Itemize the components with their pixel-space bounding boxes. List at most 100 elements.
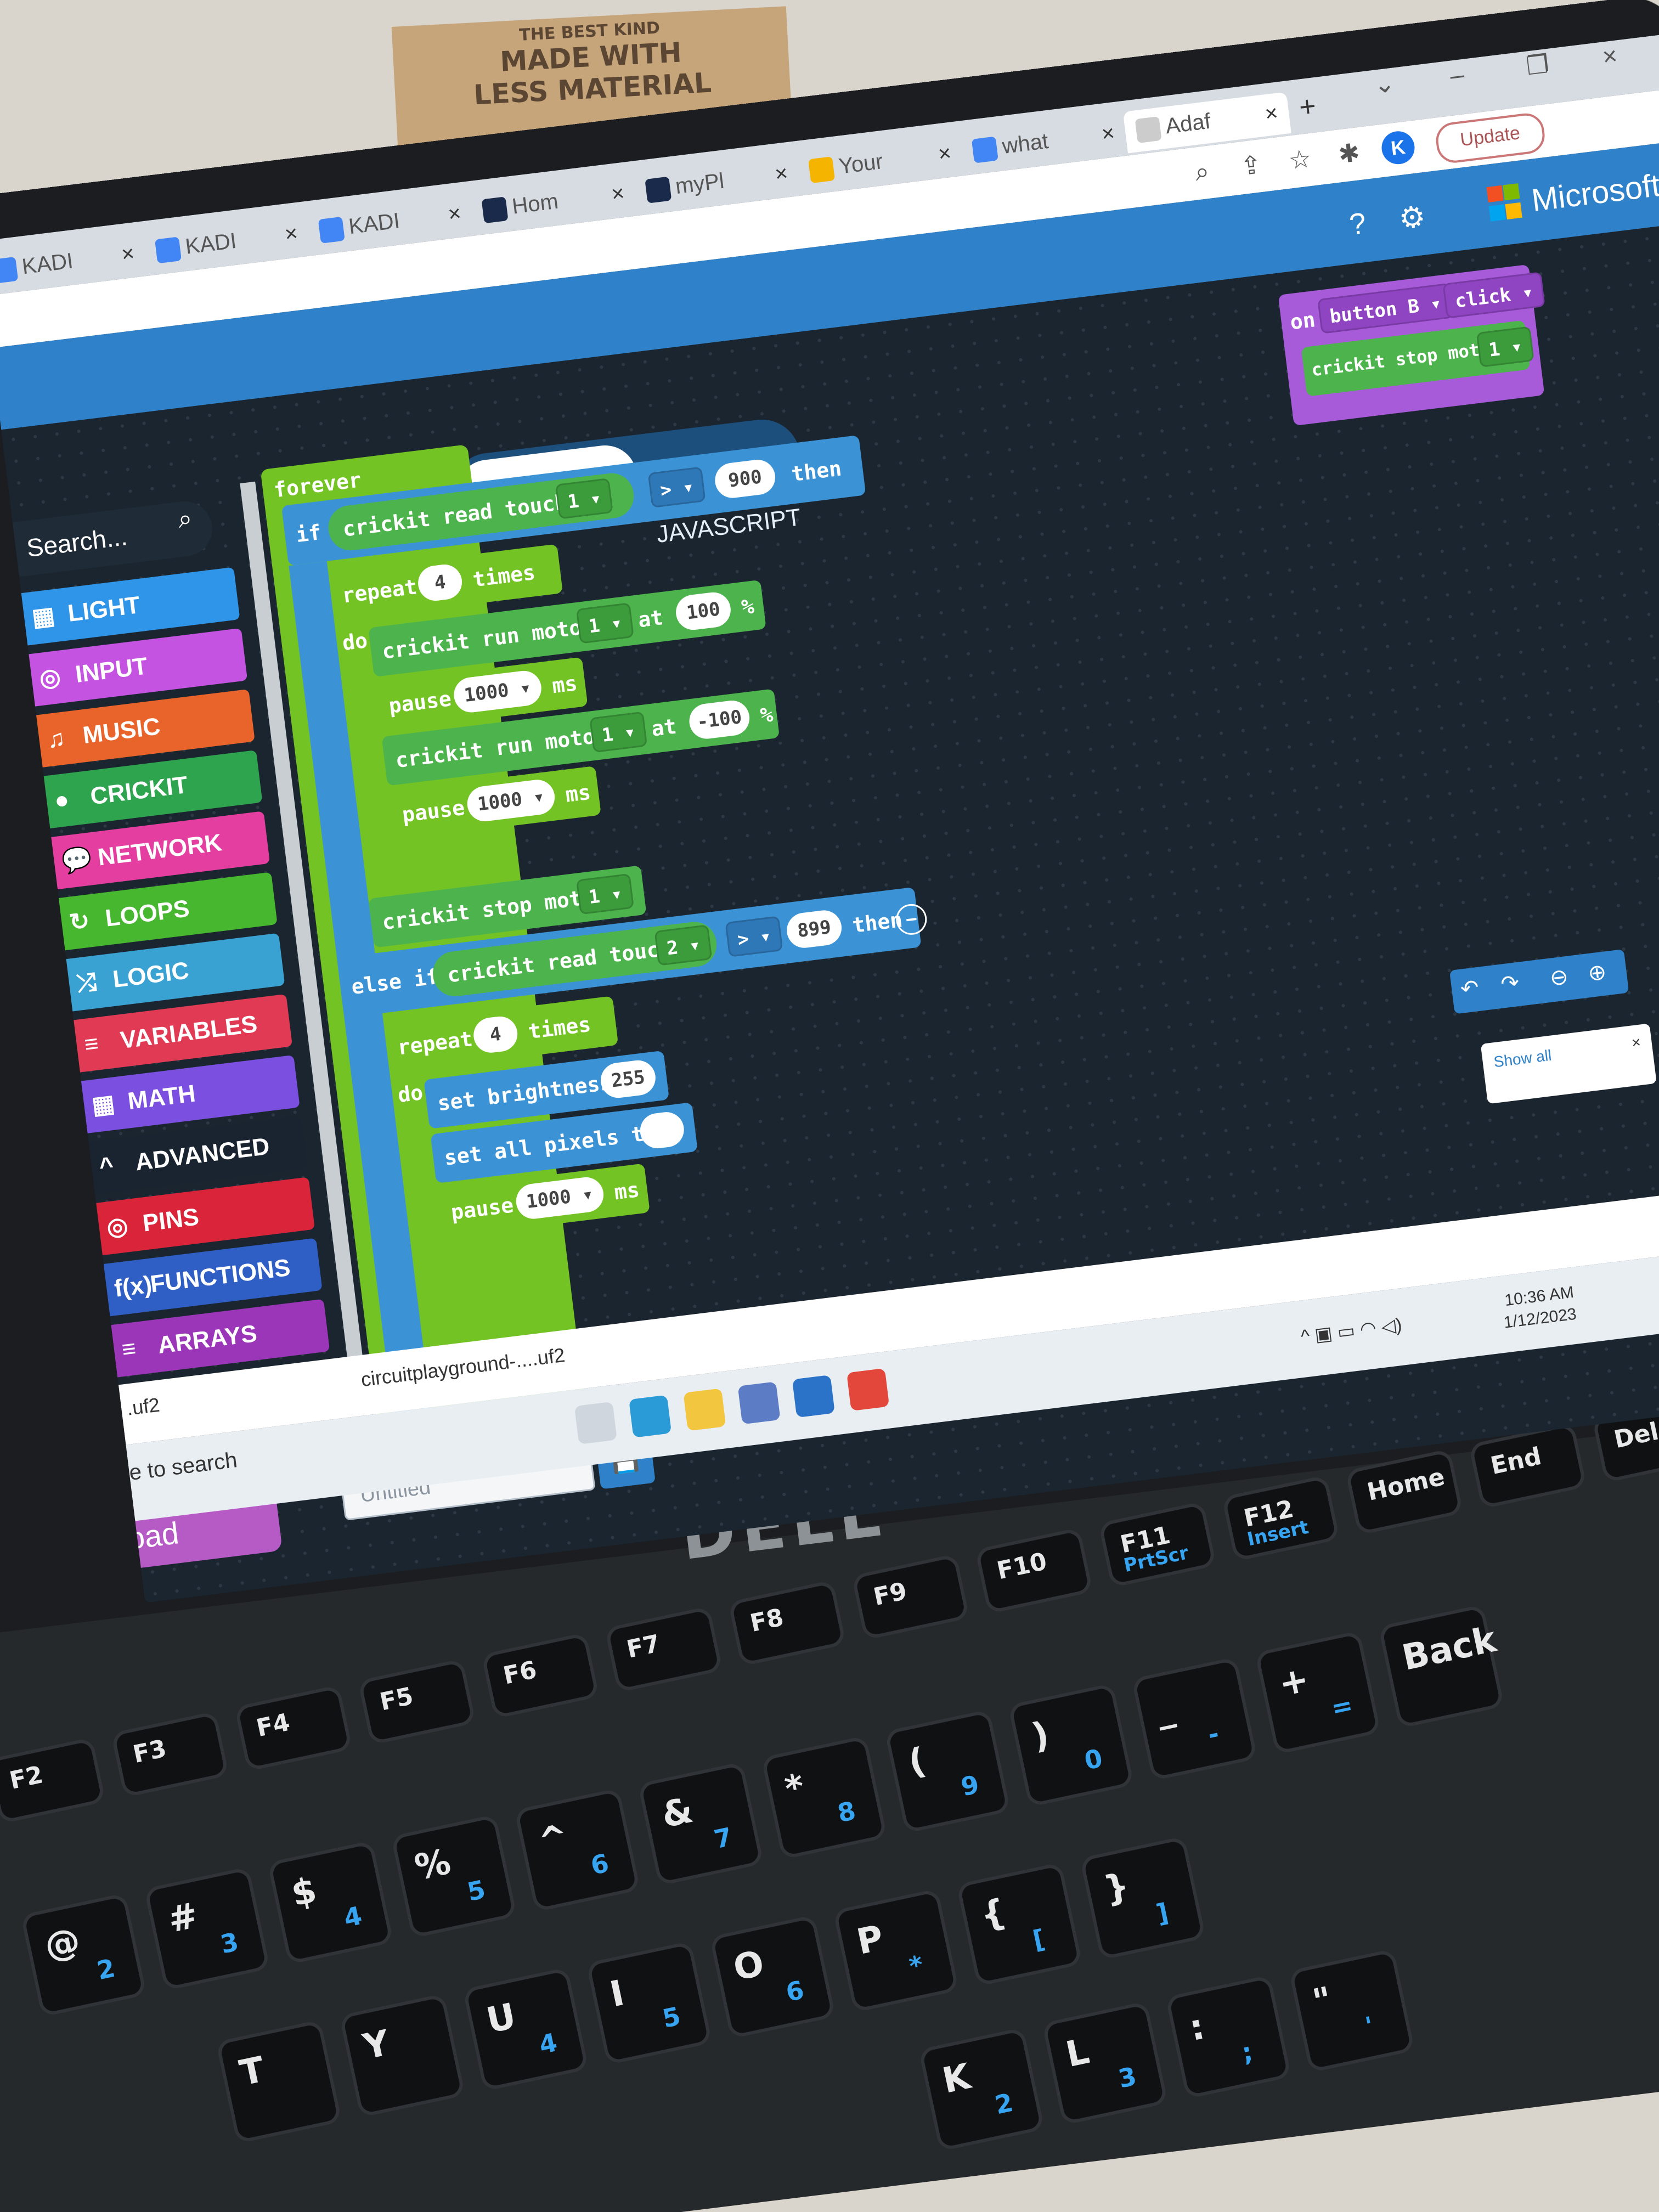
keyboard-key[interactable]: F9 xyxy=(851,1553,970,1640)
on-button-click-block[interactable]: on button B ▾ click ▾ crickit stop motor… xyxy=(1278,264,1546,426)
keyboard-key[interactable]: O6 xyxy=(709,1915,836,2039)
motor-dropdown[interactable]: 1 ▾ xyxy=(575,602,635,644)
help-icon[interactable]: ? xyxy=(1339,205,1376,242)
google-icon xyxy=(971,137,998,164)
compare-dropdown[interactable]: > ▾ xyxy=(725,916,783,957)
keyboard-key[interactable]: F4 xyxy=(234,1684,353,1771)
zoom-out-icon[interactable]: ⊖ xyxy=(1548,964,1570,991)
close-notif-icon[interactable]: × xyxy=(1630,1034,1641,1052)
zoom-in-icon[interactable]: ⊕ xyxy=(1587,959,1608,986)
button-dropdown[interactable]: button B ▾ xyxy=(1317,283,1454,334)
chevron-down-icon[interactable]: ⌄ xyxy=(1372,67,1397,99)
keyboard-key[interactable]: + = xyxy=(1255,1630,1381,1755)
keyboard-key[interactable]: U4 xyxy=(462,1967,589,2092)
mail-icon[interactable] xyxy=(792,1375,835,1418)
click-dropdown[interactable]: click ▾ xyxy=(1442,272,1546,319)
close-tab-icon[interactable]: × xyxy=(610,181,626,207)
keyboard-key[interactable]: :; xyxy=(1165,1974,1292,2100)
keyboard-key[interactable]: P * xyxy=(833,1888,960,2013)
keyboard-key[interactable]: _ - xyxy=(1131,1656,1258,1781)
download-item-short[interactable]: .uf2 xyxy=(126,1393,161,1420)
close-tab-icon[interactable]: × xyxy=(120,241,136,268)
keyboard-key[interactable]: F12 Insert xyxy=(1221,1475,1340,1562)
minimize-icon[interactable]: – xyxy=(1448,59,1466,91)
gear-icon[interactable]: ⚙ xyxy=(1394,199,1431,235)
close-tab-icon[interactable]: × xyxy=(447,201,462,228)
keyboard-key[interactable]: F7 xyxy=(604,1606,723,1693)
speed-input[interactable]: -100 xyxy=(687,698,752,741)
keyboard-key[interactable]: " ' xyxy=(1288,1948,1415,2073)
repeat-count-input[interactable]: 4 xyxy=(416,562,464,603)
keyboard-key[interactable]: F6 xyxy=(481,1632,600,1719)
touch-dropdown[interactable]: 1 ▾ xyxy=(555,477,614,520)
keyboard-key[interactable]: F2 xyxy=(0,1737,106,1824)
profile-avatar[interactable]: K xyxy=(1380,129,1417,166)
motor-dropdown[interactable]: 1 ▾ xyxy=(589,711,648,753)
tab-label: Hom xyxy=(510,189,560,219)
keyboard-key[interactable]: @2 xyxy=(20,1893,147,2017)
file-explorer-icon[interactable] xyxy=(683,1388,726,1431)
keyboard-key[interactable]: (9 xyxy=(884,1709,1011,1833)
store-icon[interactable] xyxy=(737,1381,781,1425)
close-tab-icon[interactable]: × xyxy=(1263,101,1279,127)
touch-dropdown[interactable]: 2 ▾ xyxy=(654,924,713,966)
edge-icon[interactable] xyxy=(629,1395,672,1438)
bookmark-star-icon[interactable]: ☆ xyxy=(1282,143,1319,179)
keyboard-key[interactable]: Home xyxy=(1345,1448,1464,1536)
taskbar-clock[interactable]: 10:36 AM 1/12/2023 xyxy=(1500,1282,1578,1334)
keyboard-key[interactable]: F5 xyxy=(357,1658,476,1746)
compare-dropdown[interactable]: > ▾ xyxy=(647,466,707,508)
pause-dropdown[interactable]: 1000 ▾ xyxy=(465,777,557,823)
show-all-link[interactable]: Show all xyxy=(1493,1047,1553,1071)
stop-motor-dropdown[interactable]: 1 ▾ xyxy=(575,873,635,915)
pause-dropdown[interactable]: 1000 ▾ xyxy=(514,1175,606,1221)
close-tab-icon[interactable]: × xyxy=(937,141,953,167)
keyboard-key[interactable]: F8 xyxy=(727,1579,847,1667)
keyboard-key[interactable]: }] xyxy=(1079,1836,1206,1961)
downloads-show-all[interactable]: Show all × xyxy=(1480,1023,1657,1104)
undo-icon[interactable]: ↶ xyxy=(1459,975,1481,1002)
keyboard-key[interactable]: * 8 xyxy=(761,1735,888,1860)
update-button[interactable]: Update xyxy=(1434,111,1547,165)
threshold-input[interactable]: 899 xyxy=(785,908,844,950)
close-window-icon[interactable]: × xyxy=(1601,41,1619,72)
keyboard-key[interactable]: T xyxy=(216,2019,342,2144)
chrome-icon[interactable] xyxy=(847,1368,890,1411)
ms-label: ms xyxy=(550,671,579,698)
keyboard-key[interactable]: F3 xyxy=(111,1711,229,1798)
keyboard-key[interactable]: F11 PrtScr xyxy=(1098,1501,1217,1588)
task-view-icon[interactable] xyxy=(574,1401,617,1444)
share-icon[interactable]: ⇪ xyxy=(1233,149,1269,185)
pause-dropdown[interactable]: 1000 ▾ xyxy=(452,669,544,715)
keyboard-key[interactable]: L3 xyxy=(1042,2001,1169,2125)
taskbar-search[interactable]: e to search xyxy=(128,1448,239,1486)
keyboard-key[interactable]: Back xyxy=(1378,1604,1505,1729)
keyboard-key[interactable]: I5 xyxy=(586,1940,713,2066)
repeat-count-input[interactable]: 4 xyxy=(471,1014,520,1055)
speed-input[interactable]: 100 xyxy=(674,590,733,632)
zoom-icon[interactable]: ⌕ xyxy=(1184,155,1221,191)
key-label: : xyxy=(1186,2006,1208,2050)
keyboard-key[interactable]: {[ xyxy=(956,1862,1083,1987)
keyboard-key[interactable]: #3 xyxy=(144,1866,270,1991)
key-label: O xyxy=(730,1943,768,1989)
brightness-input[interactable]: 255 xyxy=(599,1058,658,1100)
keyboard-key[interactable]: F10 xyxy=(974,1527,1093,1614)
keyboard-key[interactable]: % 5 xyxy=(391,1814,517,1939)
close-tab-icon[interactable]: × xyxy=(1100,121,1116,147)
restore-icon[interactable]: ❐ xyxy=(1525,49,1551,81)
system-tray[interactable]: ^ ▣ ▭ ◠ ◁) xyxy=(1300,1314,1403,1348)
new-tab-icon[interactable]: + xyxy=(1297,89,1318,124)
keyboard-key[interactable]: & 7 xyxy=(637,1762,764,1886)
keyboard-key[interactable]: ) 0 xyxy=(1008,1683,1135,1808)
keyboard-key[interactable]: K2 xyxy=(918,2027,1045,2152)
keyboard-key[interactable]: $4 xyxy=(267,1840,394,1965)
close-tab-icon[interactable]: × xyxy=(774,161,789,187)
close-tab-icon[interactable]: × xyxy=(284,221,300,247)
keyboard-key[interactable]: ^ 6 xyxy=(514,1788,641,1912)
extensions-icon[interactable]: ✱ xyxy=(1331,137,1368,173)
threshold-input[interactable]: 900 xyxy=(713,458,777,500)
stop-motor-dropdown[interactable]: 1 ▾ xyxy=(1476,326,1535,368)
keyboard-key[interactable]: Y xyxy=(339,1993,466,2118)
redo-icon[interactable]: ↷ xyxy=(1499,970,1521,997)
